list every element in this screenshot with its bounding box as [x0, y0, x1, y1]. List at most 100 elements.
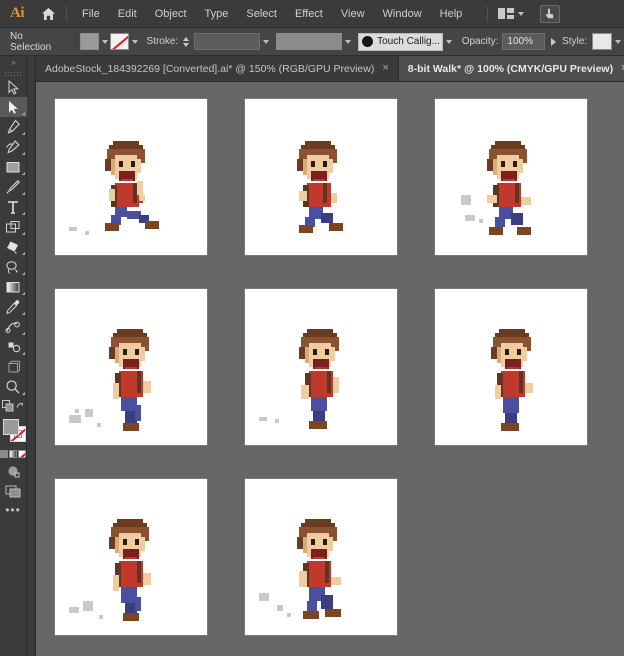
type-tool[interactable]: [0, 197, 27, 217]
menu-type[interactable]: Type: [196, 0, 238, 28]
tab-title: 8-bit Walk* @ 100% (CMYK/GPU Preview): [407, 62, 614, 75]
close-icon[interactable]: ×: [382, 63, 388, 74]
tool-flyout-indicator: [21, 172, 25, 175]
more-tools-button[interactable]: •••: [0, 501, 27, 519]
dust-puff: [69, 601, 103, 619]
stroke-profile-dropdown-button[interactable]: [342, 33, 354, 50]
mouth: [123, 359, 139, 369]
stroke-color-swatch[interactable]: [110, 33, 129, 50]
menu-select[interactable]: Select: [237, 0, 286, 28]
stroke-weight-field[interactable]: [194, 33, 261, 50]
brush-definition-control[interactable]: Touch Callig...: [358, 32, 443, 51]
dust-puff: [69, 227, 89, 235]
stepper-down-icon: [183, 42, 190, 47]
shape-builder-tool[interactable]: [0, 237, 27, 257]
fill-stroke-indicator: [0, 417, 27, 447]
chevron-down-icon: [131, 39, 138, 44]
shoes: [123, 423, 139, 431]
mouth: [501, 171, 517, 181]
arrange-documents-button[interactable]: [494, 4, 528, 24]
fill-color-swatch[interactable]: [80, 33, 99, 50]
blend-tool[interactable]: [0, 317, 27, 337]
artboard-5[interactable]: [245, 289, 397, 445]
artboard-4[interactable]: [55, 289, 207, 445]
color-swatch-mode-button[interactable]: [0, 450, 8, 458]
menu-help[interactable]: Help: [431, 0, 472, 28]
tool-flyout-indicator: [21, 212, 25, 215]
menu-object[interactable]: Object: [146, 0, 196, 28]
style-dropdown-button[interactable]: [612, 33, 624, 50]
toolbar-expand-button[interactable]: »: [0, 56, 27, 69]
mouth: [119, 171, 135, 181]
gradient-tool[interactable]: [0, 277, 27, 297]
symbol-sprayer-tool[interactable]: [0, 337, 27, 357]
sprite-frame-1: [105, 141, 159, 231]
dust-puff: [461, 195, 483, 223]
menu-edit[interactable]: Edit: [109, 0, 146, 28]
sprite-frame-2: [297, 141, 343, 233]
tool-flyout-indicator: [21, 392, 25, 395]
eyedropper-tool[interactable]: [0, 297, 27, 317]
toolbar-drag-handle[interactable]: [4, 70, 22, 77]
touch-workspace-icon[interactable]: [540, 4, 561, 23]
artboard-tool[interactable]: [0, 357, 27, 377]
rectangle-tool[interactable]: [0, 157, 27, 177]
menu-file[interactable]: File: [73, 0, 109, 28]
artboard-cell-8: [226, 462, 416, 652]
canvas-area[interactable]: [36, 82, 624, 656]
tool-flyout-indicator: [21, 192, 25, 195]
stroke-profile-field[interactable]: [276, 33, 343, 50]
style-label: Style:: [562, 36, 588, 47]
artboard-cell-6: [416, 272, 606, 462]
tab-8bit-walk-document[interactable]: 8-bit Walk* @ 100% (CMYK/GPU Preview) ×: [398, 56, 624, 81]
shoes: [309, 421, 327, 429]
artboard-2[interactable]: [245, 99, 397, 255]
artboard-8[interactable]: [245, 479, 397, 635]
graphic-style-swatch[interactable]: [592, 33, 613, 50]
left-panel-edge[interactable]: [27, 56, 36, 656]
free-transform-tool[interactable]: [0, 217, 27, 237]
gradient-mode-button[interactable]: [9, 450, 17, 458]
zoom-tool[interactable]: [0, 377, 27, 397]
lasso-tool[interactable]: [0, 257, 27, 277]
menu-bar: Ai File Edit Object Type Select Effect V…: [0, 0, 624, 28]
artboard-6[interactable]: [435, 289, 587, 445]
tool-flyout-indicator: [21, 272, 25, 275]
screen-mode-button[interactable]: [0, 481, 27, 501]
stroke-dropdown-button[interactable]: [129, 33, 141, 50]
menubar-divider: [66, 5, 67, 22]
fill-swatch[interactable]: [2, 419, 19, 435]
fill-dropdown-button[interactable]: [99, 33, 111, 50]
curvature-tool[interactable]: [0, 137, 27, 157]
sprite-frame-3: [487, 141, 531, 235]
stroke-label: Stroke:: [146, 36, 179, 47]
menu-view[interactable]: View: [332, 0, 374, 28]
brush-dropdown-button[interactable]: [443, 33, 455, 50]
tool-flyout-indicator: [21, 352, 25, 355]
artboard-3[interactable]: [435, 99, 587, 255]
pen-tool[interactable]: [0, 117, 27, 137]
artboard-cell-5: [226, 272, 416, 462]
stroke-weight-stepper[interactable]: [181, 33, 191, 51]
opacity-more-icon[interactable]: [551, 37, 557, 46]
tab-adobestock-document[interactable]: AdobeStock_184392269 [Converted].ai* @ 1…: [36, 56, 399, 81]
artboard-7[interactable]: [55, 479, 207, 635]
paintbrush-tool[interactable]: [0, 177, 27, 197]
tool-flyout-indicator: [21, 312, 25, 315]
legs: [121, 397, 141, 423]
drawing-mode-button[interactable]: [0, 461, 27, 481]
selection-tool[interactable]: [0, 77, 27, 97]
opacity-label: Opacity:: [461, 36, 499, 47]
artboard-cell-4: [36, 272, 226, 462]
menu-effect[interactable]: Effect: [286, 0, 332, 28]
menu-window[interactable]: Window: [374, 0, 431, 28]
stroke-weight-dropdown-button[interactable]: [260, 33, 272, 50]
home-icon[interactable]: [34, 0, 62, 28]
opacity-field[interactable]: 100%: [502, 33, 546, 50]
none-mode-button[interactable]: [18, 450, 26, 458]
chevron-down-icon: [615, 39, 622, 44]
artboard-1[interactable]: [55, 99, 207, 255]
direct-selection-tool[interactable]: [0, 97, 27, 117]
stepper-up-icon: [183, 36, 190, 41]
mouth: [311, 549, 327, 559]
